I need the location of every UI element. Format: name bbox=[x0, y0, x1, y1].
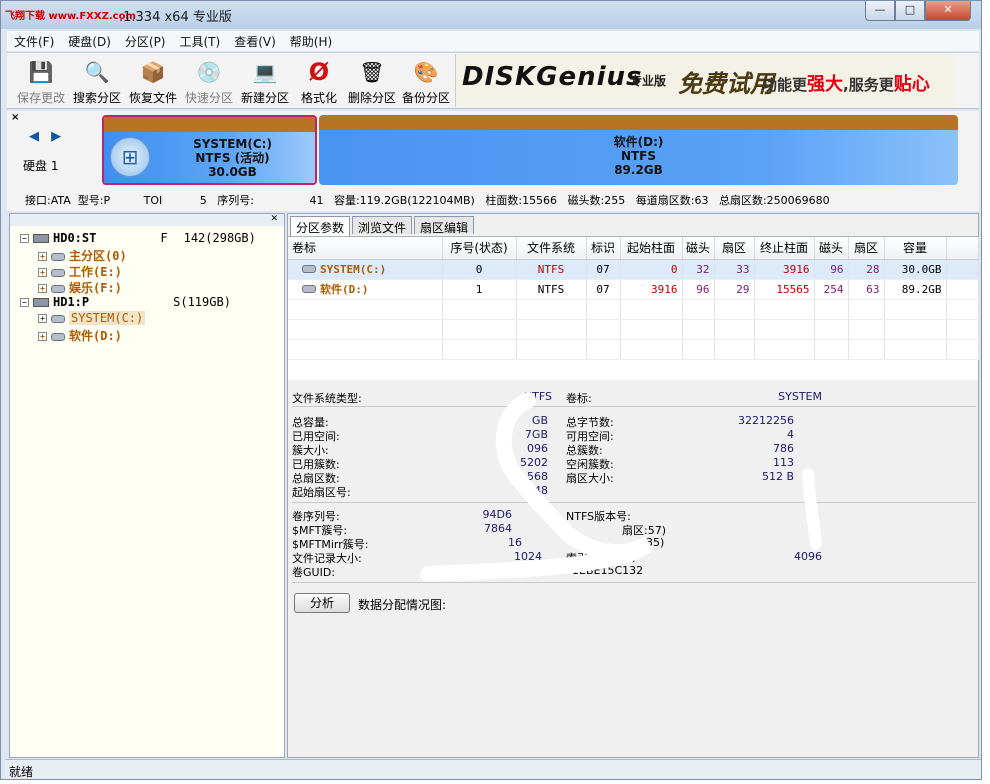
quick-partition-button[interactable]: 💿 快速分区 bbox=[181, 53, 237, 108]
menu-view[interactable]: 查看(V) bbox=[227, 31, 283, 51]
disk-info-bar: 接口:ATA 型号:P TOI 5 序列号: 41 容量:119.2GB(122… bbox=[7, 189, 979, 211]
partition-icon bbox=[51, 252, 65, 261]
expand-icon: + bbox=[38, 332, 47, 341]
status-bar: 就绪 bbox=[5, 759, 981, 779]
site-logo: 飞翔下载 www.FXXZ.com bbox=[5, 11, 136, 22]
quick-partition-icon: 💿 bbox=[196, 60, 222, 84]
tab-partition-params[interactable]: 分区参数 bbox=[290, 216, 351, 236]
menu-file[interactable]: 文件(F) bbox=[7, 31, 61, 51]
minimize-button[interactable]: — bbox=[865, 1, 895, 21]
tree-item-work[interactable]: + 工作(E:) bbox=[38, 263, 122, 280]
app-window: 飞翔下载 www.FXXZ.com .1.334 x64 专业版 — □ ✕ 文… bbox=[0, 0, 982, 780]
partition-icon bbox=[302, 285, 316, 293]
close-icon[interactable]: × bbox=[11, 112, 19, 123]
search-icon: 🔍 bbox=[84, 60, 110, 84]
backup-partition-icon: 🎨 bbox=[413, 60, 439, 84]
promo-banner[interactable]: DISKGenius 专业版 免费试用 功能更强大,服务更贴心 bbox=[455, 54, 955, 107]
maximize-button[interactable]: □ bbox=[895, 1, 925, 21]
analyze-button[interactable]: 分析 bbox=[294, 593, 350, 613]
banner-brand: DISKGenius bbox=[462, 62, 643, 92]
menu-help[interactable]: 帮助(H) bbox=[283, 31, 339, 51]
tab-browse-files[interactable]: 浏览文件 bbox=[352, 216, 413, 235]
new-partition-icon: 💻 bbox=[252, 60, 278, 84]
tree-item-system[interactable]: + SYSTEM(C:) bbox=[38, 311, 146, 325]
banner-slogan: 功能更强大,服务更贴心 bbox=[762, 74, 930, 95]
tree-item-entertainment[interactable]: + 娱乐(F:) bbox=[38, 279, 122, 296]
partition-block-c[interactable]: ⊞ SYSTEM(C:) NTFS (活动) 30.0GB bbox=[102, 115, 317, 185]
save-changes-button[interactable]: 💾 保存更改 bbox=[13, 53, 69, 108]
recover-files-button[interactable]: 📦 恢复文件 bbox=[125, 53, 181, 108]
title-bar: 飞翔下载 www.FXXZ.com .1.334 x64 专业版 — □ ✕ bbox=[1, 1, 981, 29]
partition-icon bbox=[51, 268, 65, 277]
banner-trial: 免费试用 bbox=[678, 70, 774, 98]
format-button[interactable]: Ø 格式化 bbox=[291, 53, 347, 108]
save-icon: 💾 bbox=[28, 60, 54, 84]
recover-files-icon: 📦 bbox=[140, 60, 166, 84]
menu-disk[interactable]: 硬盘(D) bbox=[61, 31, 118, 51]
delete-partition-icon: 🗑 bbox=[359, 60, 385, 84]
partition-icon bbox=[51, 284, 65, 293]
menu-tools[interactable]: 工具(T) bbox=[173, 31, 228, 51]
menu-bar: 文件(F) 硬盘(D) 分区(P) 工具(T) 查看(V) 帮助(H) bbox=[7, 31, 979, 51]
delete-partition-button[interactable]: 🗑 删除分区 bbox=[344, 53, 400, 108]
table-row[interactable]: 软件(D:) 1 NTFS 07 3916 96 29 15565 254 63… bbox=[288, 279, 979, 300]
partition-block-d[interactable]: 软件(D:) NTFS 89.2GB bbox=[319, 115, 958, 185]
partition-icon bbox=[302, 264, 316, 273]
format-icon: Ø bbox=[308, 58, 330, 86]
expand-icon: + bbox=[38, 284, 47, 293]
table-header: 卷标 序号(状态) 文件系统 标识 起始柱面 磁头 扇区 终止柱面 磁头 扇区 … bbox=[288, 237, 979, 260]
close-button[interactable]: ✕ bbox=[925, 1, 971, 21]
toolbar: 💾 保存更改 🔍 搜索分区 📦 恢复文件 💿 快速分区 💻 新建分区 Ø 格式化… bbox=[7, 52, 979, 109]
hard-disk-icon bbox=[33, 234, 49, 243]
collapse-icon: − bbox=[20, 234, 29, 243]
partition-details-panel: 分区参数 浏览文件 扇区编辑 卷标 序号(状态) 文件系统 标识 起始柱面 磁头… bbox=[287, 213, 979, 758]
table-row[interactable]: SYSTEM(C:) 0 NTFS 07 0 32 33 3916 96 28 … bbox=[288, 259, 979, 280]
window-title: .1.334 x64 专业版 bbox=[119, 10, 232, 25]
partition-icon bbox=[51, 314, 65, 323]
expand-icon: + bbox=[38, 314, 47, 323]
disk-map: × ◀ ▶ 硬盘 1 ⊞ SYSTEM(C:) NTFS (活动) 30.0GB… bbox=[7, 111, 979, 189]
menu-partition[interactable]: 分区(P) bbox=[118, 31, 173, 51]
collapse-icon: − bbox=[20, 298, 29, 307]
allocation-map-label: 数据分配情况图: bbox=[358, 598, 447, 612]
partition-icon bbox=[51, 332, 65, 341]
tree-item-primary[interactable]: + 主分区(0) bbox=[38, 247, 127, 264]
expand-icon: + bbox=[38, 252, 47, 261]
tab-sector-edit[interactable]: 扇区编辑 bbox=[414, 216, 475, 235]
new-partition-button[interactable]: 💻 新建分区 bbox=[237, 53, 293, 108]
expand-icon: + bbox=[38, 268, 47, 277]
disk-label: 硬盘 1 bbox=[23, 159, 59, 173]
tree-item-hd0[interactable]: − HD0:ST F 142(298GB) bbox=[20, 231, 256, 245]
disk-tree: ✕ − HD0:ST F 142(298GB) + 主分区(0) + 工作(E:) + 娱乐… bbox=[9, 213, 285, 758]
partition-table: 卷标 序号(状态) 文件系统 标识 起始柱面 磁头 扇区 终止柱面 磁头 扇区 … bbox=[288, 236, 979, 380]
disk-nav-arrows[interactable]: ◀ ▶ bbox=[29, 129, 65, 144]
banner-edition: 专业版 bbox=[630, 74, 667, 88]
search-partition-button[interactable]: 🔍 搜索分区 bbox=[69, 53, 125, 108]
backup-partition-button[interactable]: 🎨 备份分区 bbox=[398, 53, 454, 108]
tree-item-software[interactable]: + 软件(D:) bbox=[38, 327, 122, 344]
tree-pin-icon[interactable]: ✕ bbox=[10, 214, 284, 226]
hard-disk-icon bbox=[33, 298, 49, 307]
tree-item-hd1[interactable]: − HD1:P S(119GB) bbox=[20, 295, 231, 309]
